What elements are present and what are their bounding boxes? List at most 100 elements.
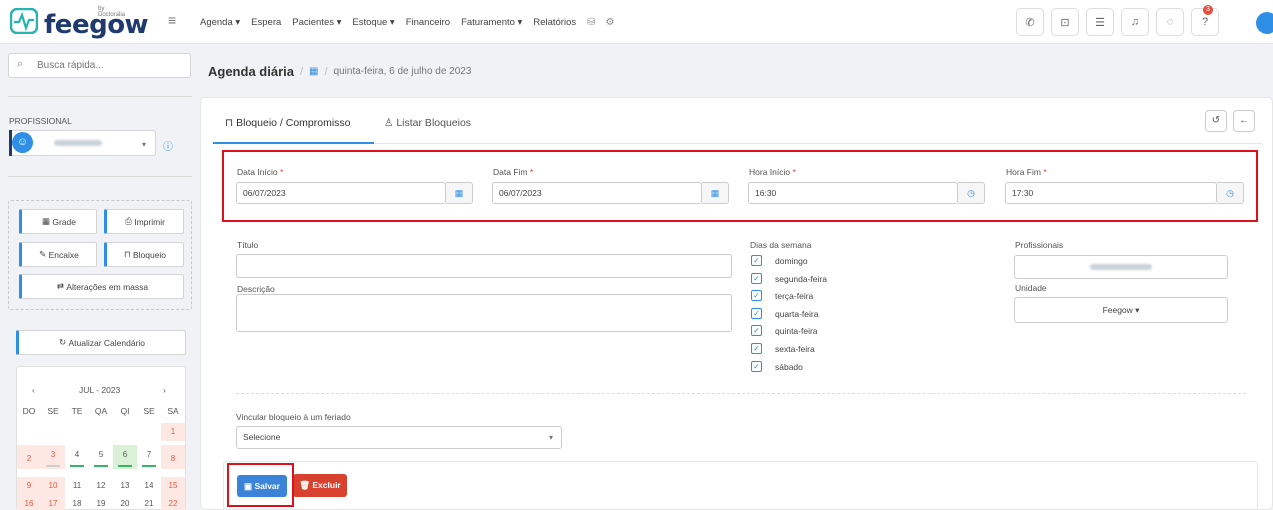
tab-listar-bloqueios[interactable]: ♙ Listar Bloqueios bbox=[384, 117, 471, 129]
profissional-name-blurred bbox=[1090, 264, 1152, 270]
search-icon: ⌕ bbox=[17, 58, 24, 70]
calendar-day[interactable]: 12 bbox=[89, 477, 113, 495]
calendar-day[interactable]: 19 bbox=[89, 495, 113, 510]
nav-espera[interactable]: Espera bbox=[251, 17, 281, 28]
checkbox-quarta[interactable]: ✓ bbox=[751, 308, 762, 319]
calendar-month: JUL - 2023 bbox=[79, 385, 121, 395]
calendar-day[interactable]: 10 bbox=[41, 477, 65, 495]
sexta-label: sexta-feira bbox=[775, 344, 815, 354]
professional-avatar-icon: ☺ bbox=[12, 132, 33, 153]
logo-text: feegow bbox=[44, 10, 149, 40]
descricao-label: Descrição bbox=[237, 284, 275, 294]
dias-semana-label: Dias da semana bbox=[750, 240, 812, 250]
swap-icon: ⇄ bbox=[56, 281, 67, 291]
calendar-day[interactable]: 22 bbox=[161, 495, 185, 510]
mini-calendar: ‹ JUL - 2023 › DO SE TE QA QI SE SA 1 2 … bbox=[16, 366, 186, 510]
calendar-day[interactable]: 21 bbox=[137, 495, 161, 510]
checkbox-terca[interactable]: ✓ bbox=[751, 290, 762, 301]
checkbox-sexta[interactable]: ✓ bbox=[751, 343, 762, 354]
feriado-label: Vincular bloqueio à um feriado bbox=[236, 412, 351, 422]
calendar-day[interactable]: 2 bbox=[17, 445, 41, 469]
settings-icon[interactable]: ⚙ bbox=[606, 17, 615, 28]
calendar-day[interactable]: 15 bbox=[161, 477, 185, 495]
nav-agenda[interactable]: Agenda ▾ bbox=[200, 17, 240, 28]
database-icon[interactable]: ⛁ bbox=[587, 17, 595, 28]
nav-financeiro[interactable]: Financeiro bbox=[406, 17, 450, 28]
data-fim-label: Data Fim * bbox=[493, 167, 534, 177]
clock-icon[interactable]: ◷ bbox=[1217, 182, 1244, 204]
atualizar-calendario-button[interactable]: ↻ Atualizar Calendário bbox=[16, 330, 186, 355]
phone-icon[interactable]: ✆ bbox=[1016, 8, 1044, 36]
logo-by: by Doctoralia bbox=[98, 6, 126, 18]
nav-relatorios[interactable]: Relatórios bbox=[533, 17, 576, 28]
delete-button[interactable]: 🗑 Excluir bbox=[293, 474, 347, 497]
calendar-day[interactable]: 8 bbox=[161, 445, 185, 469]
calendar-day[interactable]: 9 bbox=[17, 477, 41, 495]
checkbox-sabado[interactable]: ✓ bbox=[751, 361, 762, 372]
hora-inicio-input[interactable]: 16:30 bbox=[748, 182, 958, 204]
grid-icon: ▦ bbox=[41, 216, 53, 226]
calendar-icon[interactable]: ▦ bbox=[446, 182, 473, 204]
feriado-select[interactable]: Selecione bbox=[236, 426, 562, 449]
nav-faturamento[interactable]: Faturamento ▾ bbox=[461, 17, 522, 28]
clock-icon[interactable]: ◷ bbox=[958, 182, 985, 204]
calendar-day[interactable]: 18 bbox=[65, 495, 89, 510]
bell-icon[interactable]: ♫ bbox=[1121, 8, 1149, 36]
nav-estoque[interactable]: Estoque ▾ bbox=[352, 17, 394, 28]
calendar-day[interactable]: 13 bbox=[113, 477, 137, 495]
grade-button[interactable]: ▦ Grade bbox=[19, 209, 97, 234]
back-arrow-icon[interactable]: ← bbox=[1233, 110, 1255, 132]
checkbox-quinta[interactable]: ✓ bbox=[751, 325, 762, 336]
checkbox-segunda[interactable]: ✓ bbox=[751, 273, 762, 284]
chat-icon[interactable]: ◌ bbox=[1156, 8, 1184, 36]
hamburger-menu-icon[interactable]: ≡ bbox=[168, 13, 182, 27]
sabado-label: sábado bbox=[775, 362, 803, 372]
search-input[interactable]: Busca rápida... bbox=[8, 53, 191, 78]
hora-inicio-label: Hora Início * bbox=[749, 167, 796, 177]
unidade-select[interactable]: Feegow ▾ bbox=[1014, 297, 1228, 323]
tab-bloqueio-compromisso[interactable]: ⊓ Bloqueio / Compromisso bbox=[225, 117, 351, 129]
encaixe-button[interactable]: ✎ Encaixe bbox=[19, 242, 97, 267]
notification-badge: 3 bbox=[1203, 5, 1213, 15]
top-bar bbox=[0, 0, 1273, 44]
calendar-icon[interactable]: ▦ bbox=[702, 182, 729, 204]
imprimir-button[interactable]: ⎙ Imprimir bbox=[104, 209, 184, 234]
calendar-day[interactable]: 14 bbox=[137, 477, 161, 495]
history-icon[interactable]: ↺ bbox=[1205, 110, 1227, 132]
calendar-day[interactable]: 11 bbox=[65, 477, 89, 495]
checklist-icon[interactable]: ☰ bbox=[1086, 8, 1114, 36]
alteracoes-em-massa-button[interactable]: ⇄ Alterações em massa bbox=[19, 274, 184, 299]
prev-month-icon[interactable]: ‹ bbox=[32, 385, 35, 395]
divider bbox=[8, 176, 192, 177]
user-avatar[interactable] bbox=[1256, 12, 1273, 34]
calendar-day[interactable]: 17 bbox=[41, 495, 65, 510]
feegow-logo[interactable]: feegow by Doctoralia bbox=[10, 6, 149, 40]
quinta-label: quinta-feira bbox=[775, 326, 818, 336]
next-month-icon[interactable]: › bbox=[163, 385, 166, 395]
page-title[interactable]: Agenda diária bbox=[208, 64, 294, 79]
data-inicio-input[interactable]: 06/07/2023 bbox=[236, 182, 446, 204]
printer-icon: ⎙ bbox=[125, 216, 135, 226]
breadcrumb-date: quinta-feira, 6 de julho de 2023 bbox=[333, 66, 472, 77]
titulo-input[interactable] bbox=[236, 254, 732, 278]
breadcrumb-separator: / bbox=[324, 65, 328, 78]
calendar-day[interactable]: 16 bbox=[17, 495, 41, 510]
descricao-textarea[interactable] bbox=[236, 294, 732, 332]
lock-icon: ⊓ bbox=[225, 117, 237, 129]
bloqueio-button[interactable]: ⊓ Bloqueio bbox=[104, 242, 184, 267]
hora-fim-input[interactable]: 17:30 bbox=[1005, 182, 1217, 204]
chevron-down-icon: ▾ bbox=[142, 140, 147, 149]
edit-icon: ✎ bbox=[39, 249, 49, 259]
calendar-day[interactable]: 20 bbox=[113, 495, 137, 510]
calendar-day[interactable]: 1 bbox=[161, 423, 185, 441]
day-marker bbox=[46, 465, 60, 467]
info-icon[interactable]: ⓘ bbox=[163, 138, 177, 153]
data-fim-input[interactable]: 06/07/2023 bbox=[492, 182, 702, 204]
tab-bar bbox=[212, 108, 1262, 144]
inbox-icon[interactable]: ⊡ bbox=[1051, 8, 1079, 36]
checkbox-domingo[interactable]: ✓ bbox=[751, 255, 762, 266]
divider bbox=[236, 393, 1246, 394]
titulo-label: Título bbox=[237, 240, 259, 250]
logo-icon bbox=[10, 8, 38, 34]
nav-pacientes[interactable]: Pacientes ▾ bbox=[292, 17, 341, 28]
